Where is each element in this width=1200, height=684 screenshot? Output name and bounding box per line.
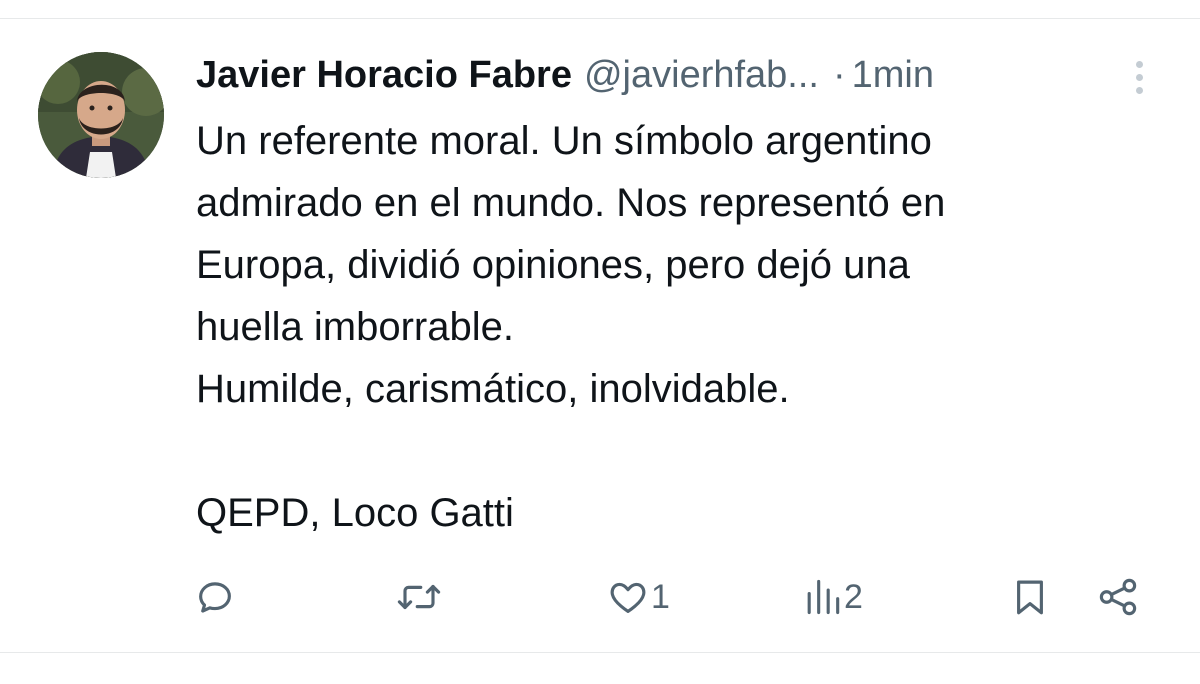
tweet-header: Javier Horacio Fabre @javierhfab... · 1m… [196,50,934,100]
tweet-text-line: Un referente moral. Un símbolo argentino [196,119,932,163]
views-icon [807,579,840,615]
like-count: 1 [651,577,670,616]
tweet-text-line: Europa, dividió opiniones, pero dejó una [196,243,910,287]
header-separator: · [832,53,846,96]
more-vertical-icon [1135,60,1143,68]
tweet-card: Javier Horacio Fabre @javierhfab... · 1m… [0,0,1200,684]
tweet-timestamp[interactable]: 1min [852,54,934,97]
views-count: 2 [844,577,863,616]
tweet-text-line: huella imborrable. [196,305,514,349]
views-button[interactable]: 2 [804,574,863,620]
tweet-text-line: admirado en el mundo. Nos representó en [196,181,946,225]
retweet-button[interactable] [396,574,442,620]
like-button[interactable]: 1 [607,574,670,620]
bookmark-button[interactable] [1010,574,1050,620]
profile-photo [38,52,164,178]
author-avatar[interactable] [38,52,164,178]
author-name[interactable]: Javier Horacio Fabre [196,54,572,97]
tweet-actions-bar: 1 2 [0,574,1200,620]
tweet-text: Un referente moral. Un símbolo argentino… [196,110,1156,544]
tweet-text-line: Humilde, carismático, inolvidable. [196,367,790,411]
share-button[interactable] [1096,574,1140,620]
author-handle[interactable]: @javierhfab... [584,54,819,97]
bookmark-icon [1017,580,1043,615]
bottom-divider [0,652,1200,653]
retweet-icon [397,584,441,610]
more-options-button[interactable] [1124,56,1154,98]
reply-icon [199,582,231,613]
top-divider [0,18,1200,19]
heart-icon [610,582,646,613]
share-icon [1099,578,1137,616]
reply-button[interactable] [194,574,236,620]
tweet-text-line: QEPD, Loco Gatti [196,491,514,535]
